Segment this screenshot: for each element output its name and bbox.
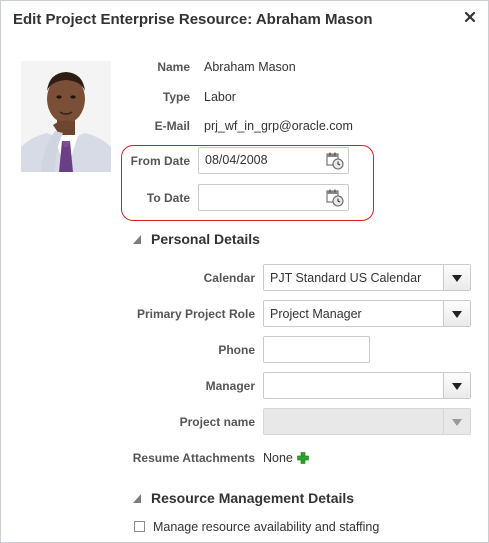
role-label: Primary Project Role (136, 307, 255, 321)
add-icon[interactable] (297, 452, 309, 464)
chevron-down-icon (452, 311, 462, 318)
manager-select[interactable] (263, 372, 471, 399)
resume-attachments-label: Resume Attachments (132, 451, 255, 465)
project-name-select (263, 408, 471, 435)
close-icon[interactable] (463, 10, 477, 24)
manage-availability-label: Manage resource availability and staffin… (153, 520, 380, 534)
role-dropdown-button[interactable] (443, 301, 470, 326)
personal-details-heading[interactable]: Personal Details (151, 231, 260, 247)
project-name-label: Project name (179, 415, 255, 429)
calendar-label: Calendar (203, 271, 255, 285)
phone-label: Phone (218, 343, 255, 357)
manage-availability-checkbox[interactable] (134, 521, 145, 532)
email-label: E-Mail (154, 119, 190, 133)
type-value: Labor (204, 90, 236, 104)
from-date-label: From Date (130, 154, 190, 168)
manager-label: Manager (205, 379, 255, 393)
calendar-icon[interactable] (325, 188, 345, 208)
phone-input[interactable] (263, 336, 370, 363)
name-value: Abraham Mason (204, 60, 296, 74)
collapse-triangle-icon[interactable] (133, 235, 141, 244)
from-date-value: 08/04/2008 (205, 153, 268, 167)
role-select[interactable]: Project Manager (263, 300, 471, 327)
calendar-icon[interactable] (325, 151, 345, 171)
edit-resource-dialog: Edit Project Enterprise Resource: Abraha… (0, 0, 489, 543)
avatar (21, 61, 111, 172)
calendar-dropdown-button[interactable] (443, 265, 470, 290)
project-dropdown-button (443, 409, 470, 434)
role-select-value: Project Manager (270, 307, 362, 321)
collapse-triangle-icon[interactable] (133, 494, 141, 503)
chevron-down-icon (452, 275, 462, 282)
type-label: Type (162, 90, 190, 104)
resume-attachments-value: None (263, 451, 293, 465)
name-label: Name (157, 60, 190, 74)
manager-dropdown-button[interactable] (443, 373, 470, 398)
dialog-titlebar: Edit Project Enterprise Resource: Abraha… (1, 1, 488, 37)
calendar-select[interactable]: PJT Standard US Calendar (263, 264, 471, 291)
chevron-down-icon (452, 383, 462, 390)
resource-management-heading[interactable]: Resource Management Details (151, 490, 354, 506)
calendar-select-value: PJT Standard US Calendar (270, 271, 422, 285)
dialog-title: Edit Project Enterprise Resource: Abraha… (13, 11, 373, 28)
email-value: prj_wf_in_grp@oracle.com (204, 119, 353, 133)
to-date-label: To Date (146, 191, 190, 205)
chevron-down-icon (452, 419, 462, 426)
